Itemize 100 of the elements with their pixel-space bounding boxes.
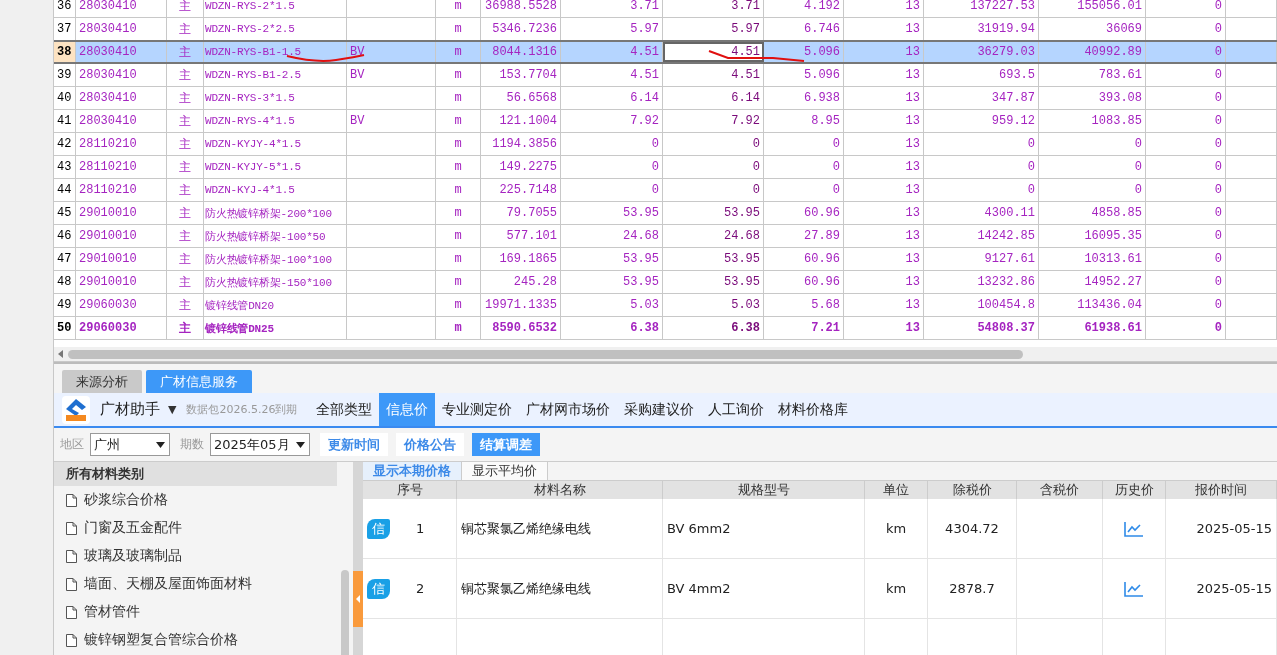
price-cell: 60.96 [764, 248, 844, 270]
type-cell: 主 [167, 294, 204, 316]
grid-row[interactable]: 46 29010010 主 防火热镀锌桥架-100*50 m 577.101 24.68 24.68 27.89 13 14242.85 16095.35 0 [54, 225, 1277, 248]
type-cell: 主 [167, 64, 204, 86]
grid-row[interactable]: 44 28110210 主 WDZN-KYJ-4*1.5 m 225.7148 0 0 0 13 0 0 0 [54, 179, 1277, 202]
tax-rate-cell: 13 [844, 64, 924, 86]
nav-tab[interactable]: 材料价格库 [771, 393, 856, 426]
price-tab[interactable]: 显示平均价 [462, 462, 548, 480]
unit-cell: m [436, 271, 481, 293]
spec-cell: BV [347, 42, 436, 62]
filter-button[interactable]: 价格公告 [396, 433, 464, 456]
table-cell: 0 [1146, 225, 1226, 247]
quantity-cell: 56.6568 [481, 87, 561, 109]
grid-row[interactable]: 41 28030410 主 WDZN-RYS-4*1.5 BV m 121.1004 7.92 7.92 8.95 13 959.12 1083.85 0 [54, 110, 1277, 133]
column-header: 单位 [865, 481, 928, 499]
tax-rate-cell: 13 [844, 156, 924, 178]
unit-cell: km [865, 559, 928, 618]
price-cell: 4.51 [561, 64, 663, 86]
grid-row[interactable]: 42 28110210 主 WDZN-KYJY-4*1.5 m 1194.3856 0 0 0 13 0 0 0 [54, 133, 1277, 156]
row-number: 38 [54, 42, 76, 62]
row-number: 43 [54, 156, 76, 178]
amount-cell: 4858.85 [1039, 202, 1146, 224]
nav-tab[interactable]: 采购建议价 [617, 393, 702, 426]
row-number: 48 [54, 271, 76, 293]
row-number: 42 [54, 133, 76, 155]
price-cell: 7.21 [764, 317, 844, 339]
line-chart-icon[interactable] [1124, 520, 1144, 537]
name-cell: WDZN-RYS-3*1.5 [204, 87, 347, 109]
category-item[interactable]: 门窗及五金配件 [84, 519, 182, 537]
unit-cell: m [436, 248, 481, 270]
type-cell: 主 [167, 110, 204, 132]
name-cell: WDZN-KYJ-4*1.5 [204, 179, 347, 201]
material-name-cell: 铜芯聚氯乙烯绝缘电线 [457, 559, 663, 618]
grid-row[interactable]: 36 28030410 主 WDZN-RYS-2*1.5 m 36988.5528 3.71 3.71 4.192 13 137227.53 155056.01 0 [54, 0, 1277, 18]
app-title: 广材助手 [100, 400, 160, 419]
category-item[interactable]: 玻璃及玻璃制品 [84, 547, 182, 565]
date-cell: 2025-05-15 [1166, 499, 1277, 558]
nav-tab[interactable]: 广材网市场价 [519, 393, 618, 426]
unit-cell: m [436, 87, 481, 109]
grid-row[interactable]: 48 29010010 主 防火热镀锌桥架-150*100 m 245.28 53.95 53.95 60.96 13 13232.86 14952.27 0 [54, 271, 1277, 294]
amount-cell: 0 [1039, 179, 1146, 201]
grid-row[interactable]: 38 28030410 主 WDZN-RYS-B1-1.5 BV m 8044.1316 4.51 4.51 5.096 13 36279.03 40992.89 0 [54, 40, 1277, 64]
collapse-handle[interactable] [353, 571, 363, 627]
quantity-cell: 121.1004 [481, 110, 561, 132]
column-header: 规格型号 [663, 481, 865, 499]
price-cell: 53.95 [561, 202, 663, 224]
grid-row[interactable]: 47 29010010 主 防火热镀锌桥架-100*100 m 169.1865 53.95 53.95 60.96 13 9127.61 10313.61 0 [54, 248, 1277, 271]
tax-rate-cell: 13 [844, 248, 924, 270]
dropdown-caret[interactable]: ▼ [168, 403, 177, 416]
spec-cell: BV [347, 64, 436, 86]
grid-row[interactable]: 37 28030410 主 WDZN-RYS-2*2.5 m 5346.7236 5.97 5.97 6.746 13 31919.94 36069 0 [54, 18, 1277, 41]
expiry-note: 数据包2026.5.26到期 [186, 402, 298, 417]
type-cell: 主 [167, 225, 204, 247]
line-chart-icon[interactable] [1124, 580, 1144, 597]
row-number: 39 [54, 64, 76, 86]
nav-tab[interactable]: 全部类型 [309, 393, 380, 426]
tax-rate-cell: 13 [844, 294, 924, 316]
price-cell: 0 [663, 156, 764, 178]
amount-cell: 40992.89 [1039, 42, 1146, 62]
category-item[interactable]: 管材管件 [84, 603, 140, 621]
unit-cell: m [436, 179, 481, 201]
filter-button[interactable]: 更新时间 [320, 433, 388, 456]
grid-row[interactable]: 45 29010010 主 防火热镀锌桥架-200*100 m 79.7055 53.95 53.95 60.96 13 4300.11 4858.85 0 [54, 202, 1277, 225]
date-cell: 2025-05-15 [1166, 559, 1277, 618]
period-select[interactable]: 2025年05月 [210, 433, 310, 456]
code-cell: 29010010 [76, 248, 167, 270]
price-cell: 0 [561, 133, 663, 155]
name-cell: WDZN-RYS-B1-1.5 [204, 42, 347, 62]
table-cell: 0 [1146, 156, 1226, 178]
column-header: 除税价 [928, 481, 1017, 499]
region-select[interactable]: 广州 [90, 433, 170, 456]
unit-cell: m [436, 225, 481, 247]
panel-tab[interactable]: 来源分析 [62, 370, 142, 393]
tax-rate-cell: 13 [844, 87, 924, 109]
grid-row[interactable]: 49 29060030 主 镀锌线管DN20 m 19971.1335 5.03 5.03 5.68 13 100454.8 113436.04 0 [54, 294, 1277, 317]
row-number: 36 [54, 0, 76, 17]
region-label: 地区 [60, 436, 84, 453]
type-cell: 主 [167, 317, 204, 339]
grid-row[interactable]: 50 29060030 主 镀锌线管DN25 m 8590.6532 6.38 6.38 7.21 13 54808.37 61938.61 0 [54, 317, 1277, 340]
nav-tab[interactable]: 专业测定价 [435, 393, 520, 426]
quantity-cell: 149.2275 [481, 156, 561, 178]
grid-row[interactable]: 39 28030410 主 WDZN-RYS-B1-2.5 BV m 153.7704 4.51 4.51 5.096 13 693.5 783.61 0 [54, 64, 1277, 87]
quantity-cell: 8590.6532 [481, 317, 561, 339]
category-item[interactable]: 砂浆综合价格 [84, 491, 168, 509]
grid-row[interactable]: 40 28030410 主 WDZN-RYS-3*1.5 m 56.6568 6.14 6.14 6.938 13 347.87 393.08 0 [54, 87, 1277, 110]
nav-tab[interactable]: 人工询价 [701, 393, 772, 426]
quantity-cell: 225.7148 [481, 179, 561, 201]
unit-cell: m [436, 110, 481, 132]
scroll-left-arrow-icon[interactable] [58, 350, 64, 358]
amount-cell: 959.12 [924, 110, 1039, 132]
price-cell: 6.938 [764, 87, 844, 109]
table-cell: 0 [1146, 202, 1226, 224]
price-cell: 5.03 [561, 294, 663, 316]
document-icon [66, 549, 77, 563]
name-cell: 防火热镀锌桥架-150*100 [204, 271, 347, 293]
horizontal-scrollbar[interactable] [54, 347, 1277, 362]
category-item[interactable]: 墙面、天棚及屋面饰面材料 [84, 575, 252, 593]
category-item[interactable]: 镀锌钢塑复合管综合价格 [84, 631, 238, 649]
grid-row[interactable]: 43 28110210 主 WDZN-KYJY-5*1.5 m 149.2275 0 0 0 13 0 0 0 [54, 156, 1277, 179]
vertical-scrollbar[interactable] [337, 462, 353, 655]
